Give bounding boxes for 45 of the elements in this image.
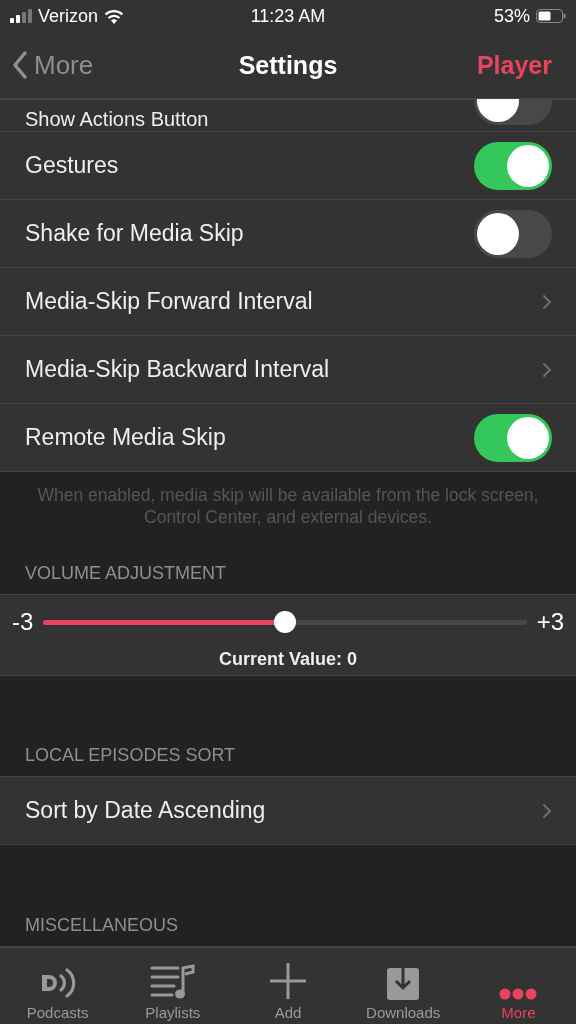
tab-item[interactable]: Podcasts: [0, 948, 116, 1024]
min-label: -3: [12, 608, 34, 637]
toggle-row[interactable]: Show Actions Button: [0, 100, 576, 131]
more-icon: [499, 988, 538, 1000]
toggle-row[interactable]: Shake for Media Skip: [0, 199, 576, 267]
section-header: VOLUME ADJUSTMENT: [24, 562, 228, 586]
row-label: Shake for Media Skip: [25, 220, 244, 247]
screen-title: Settings: [238, 50, 338, 80]
settings-row[interactable]: Media-Skip Forward Interval: [0, 267, 576, 335]
settings-row[interactable]: Media-Skip Backward Interval: [0, 335, 576, 403]
tab-item[interactable]: Playlists: [115, 948, 231, 1024]
carrier-name: Verizon: [38, 5, 99, 27]
max-label: +3: [536, 608, 564, 637]
chevron-right-icon: [542, 802, 552, 819]
battery-percent: 53%: [493, 5, 530, 27]
podcast-icon: [39, 966, 76, 1000]
settings-row[interactable]: Sort by Date Ascending: [0, 777, 576, 845]
plus-icon: [269, 962, 307, 1000]
playlist-icon: [149, 964, 196, 1000]
tab-item[interactable]: Downloads: [345, 948, 461, 1024]
section-header: LOCAL EPISODES SORT: [24, 744, 237, 768]
signal-icon: [10, 9, 32, 23]
row-label: Sort by Date Ascending: [25, 797, 266, 825]
chevron-right-icon: [542, 361, 552, 378]
row-label: Show Actions Button: [25, 108, 209, 131]
battery-icon: [536, 9, 566, 23]
section-header: MISCELLANEOUS: [24, 914, 180, 937]
toggle-row[interactable]: Gestures: [0, 131, 576, 199]
toggle-switch[interactable]: [474, 209, 552, 258]
toggle-switch[interactable]: [474, 141, 552, 190]
toggle-row[interactable]: Remote Media Skip: [0, 403, 576, 471]
row-label: Media-Skip Backward Interval: [25, 356, 330, 383]
chevron-left-icon: [12, 51, 28, 79]
tab-item[interactable]: Add: [230, 948, 346, 1024]
back-button[interactable]: More: [12, 49, 94, 81]
toggle-switch[interactable]: [474, 413, 552, 462]
row-label: Gestures: [25, 152, 119, 179]
wifi-icon: [104, 8, 125, 24]
row-label: Remote Media Skip: [25, 424, 226, 451]
current-value: Current Value: 0: [217, 649, 358, 671]
volume-slider[interactable]: [43, 610, 527, 635]
chevron-right-icon: [542, 293, 552, 310]
row-label: Media-Skip Forward Interval: [25, 288, 313, 315]
slider-thumb[interactable]: [274, 611, 296, 634]
clock-time: 11:23 AM: [250, 5, 326, 27]
